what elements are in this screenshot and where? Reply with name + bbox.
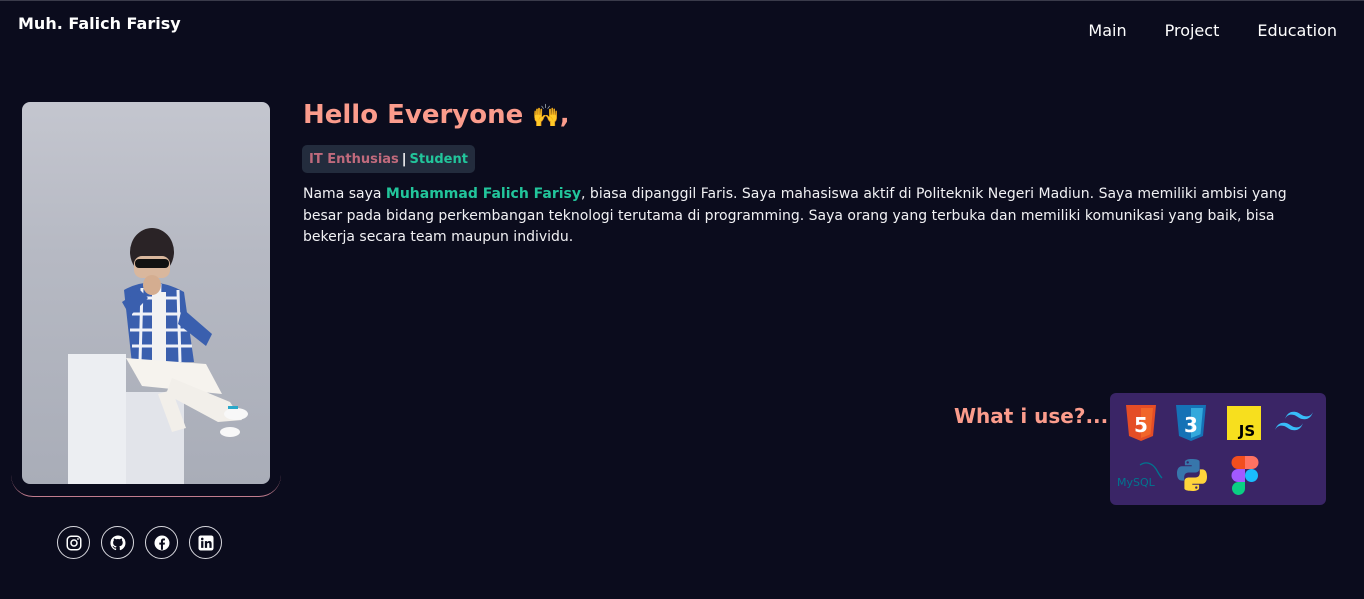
role-separator: | <box>401 151 407 167</box>
javascript-label: JS <box>1238 422 1255 440</box>
css3-icon: 3 <box>1176 405 1206 441</box>
profile-photo <box>22 102 270 484</box>
brand-name[interactable]: Muh. Falich Farisy <box>18 14 181 33</box>
status-label: Student <box>409 151 468 167</box>
bio-prefix: Nama saya <box>303 186 386 202</box>
top-border <box>0 0 1364 1</box>
role-label: IT Enthusias <box>309 151 399 167</box>
nav-main-link[interactable]: Main <box>1088 21 1126 40</box>
role-badge: IT Enthusias | Student <box>302 145 475 173</box>
nav-education-link[interactable]: Education <box>1257 21 1337 40</box>
greeting-comma: , <box>559 100 570 130</box>
greeting-text: Hello Everyone <box>303 100 524 130</box>
social-links <box>57 526 222 559</box>
main-nav: Main Project Education <box>1088 21 1337 40</box>
linkedin-icon <box>198 535 213 550</box>
python-icon <box>1177 459 1207 491</box>
tools-heading: What i use?... <box>954 404 1109 428</box>
tools-panel: 5 3 JS MySQL <box>1110 393 1326 505</box>
mysql-icon: MySQL <box>1117 462 1163 489</box>
instagram-icon <box>66 535 81 550</box>
profile-photo-card <box>11 102 281 497</box>
mysql-label: MySQL <box>1117 476 1156 489</box>
person-illustration <box>68 228 248 484</box>
figma-icon <box>1231 456 1259 495</box>
javascript-icon: JS <box>1227 406 1261 440</box>
tailwind-icon <box>1275 411 1313 431</box>
github-link[interactable] <box>101 526 134 559</box>
bio-paragraph: Nama saya Muhammad Falich Farisy, biasa … <box>303 184 1313 249</box>
linkedin-link[interactable] <box>189 526 222 559</box>
instagram-link[interactable] <box>57 526 90 559</box>
html5-icon: 5 <box>1126 405 1156 441</box>
facebook-link[interactable] <box>145 526 178 559</box>
nav-project-link[interactable]: Project <box>1165 21 1220 40</box>
bio-name: Muhammad Falich Farisy <box>385 186 582 202</box>
github-icon <box>109 534 125 550</box>
greeting-heading: Hello Everyone 🙌, <box>303 100 570 130</box>
facebook-icon <box>154 535 169 550</box>
css3-label: 3 <box>1184 413 1198 437</box>
html5-label: 5 <box>1134 413 1148 437</box>
raised-hands-emoji: 🙌 <box>532 104 560 129</box>
